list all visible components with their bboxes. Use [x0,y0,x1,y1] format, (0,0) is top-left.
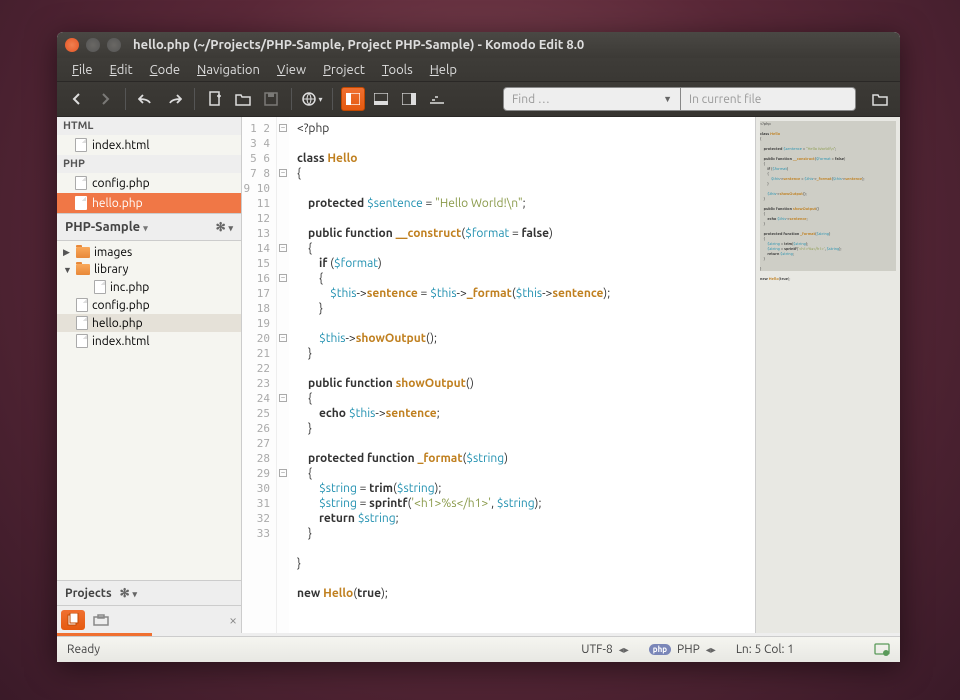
status-position[interactable]: Ln: 5 Col: 1 [736,643,794,656]
menu-tools[interactable]: Tools [375,61,420,79]
projects-settings-icon[interactable]: ✻ ▾ [120,586,137,600]
find-scope-input[interactable]: In current file [681,87,856,111]
menubar: File Edit Code Navigation View Project T… [57,58,900,82]
file-icon [75,138,87,152]
statusbar: Ready UTF-8◂▸ phpPHP◂▸ Ln: 5 Col: 1 [57,636,900,662]
status-ready: Ready [67,643,100,656]
toolbox-tab[interactable] [89,610,113,630]
tree-file[interactable]: config.php [57,296,241,314]
code-area[interactable]: <?php class Hello{ protected $sentence =… [289,117,755,633]
sidebar-close-button[interactable]: × [229,612,237,628]
folder-icon [76,247,90,258]
fold-column[interactable]: −−−−−−− [277,117,289,633]
menu-view[interactable]: View [270,61,313,79]
project-header[interactable]: PHP-Sample ▾ ✻ ▾ [57,214,241,241]
status-language[interactable]: phpPHP◂▸ [649,643,716,656]
project-settings-icon[interactable]: ✻ ▾ [216,220,233,234]
menu-code[interactable]: Code [143,61,187,79]
file-icon [76,334,88,348]
menu-navigation[interactable]: Navigation [190,61,267,79]
focus-mode-button[interactable] [425,87,449,111]
project-tree: ▶images▼libraryinc.phpconfig.phphello.ph… [57,241,241,580]
places-tab[interactable] [61,610,85,630]
open-file-item[interactable]: index.html [57,135,241,155]
app-window: hello.php (~/Projects/PHP-Sample, Projec… [57,32,900,662]
folder-icon [76,264,90,275]
menu-help[interactable]: Help [423,61,464,79]
browser-preview-button[interactable]: ▾ [300,87,324,111]
toolbar: ▾ Find …▼ In current file [57,82,900,117]
forward-button[interactable] [93,87,117,111]
status-encoding[interactable]: UTF-8◂▸ [581,643,629,656]
projects-header[interactable]: Projects ✻ ▾ [57,580,241,605]
bottom-pane-toggle[interactable] [369,87,393,111]
window-title: hello.php (~/Projects/PHP-Sample, Projec… [133,38,584,52]
find-input[interactable]: Find …▼ [503,87,681,111]
line-gutter: 1 2 3 4 5 6 7 8 9 10 11 12 13 14 15 16 1… [242,117,277,633]
file-icon [75,176,87,190]
window-minimize-button[interactable] [86,38,100,52]
left-pane-toggle[interactable] [341,87,365,111]
sidebar-tabs: × [57,605,241,633]
tree-folder[interactable]: ▶images [57,244,241,261]
menu-edit[interactable]: Edit [103,61,140,79]
right-pane-toggle[interactable] [397,87,421,111]
tree-file[interactable]: index.html [57,332,241,350]
open-find-folder-button[interactable] [868,87,892,111]
sidebar: HTMLindex.htmlPHPconfig.phphello.php PHP… [57,117,242,633]
sync-icon[interactable] [874,643,890,657]
open-file-button[interactable] [231,87,255,111]
open-file-item[interactable]: hello.php [57,193,241,213]
file-icon [76,298,88,312]
open-files-panel: HTMLindex.htmlPHPconfig.phphello.php [57,117,241,214]
menu-file[interactable]: File [65,61,100,79]
open-file-item[interactable]: config.php [57,173,241,193]
tree-file[interactable]: hello.php [57,314,241,332]
file-icon [94,280,106,294]
menu-project[interactable]: Project [316,61,372,79]
undo-button[interactable] [134,87,158,111]
save-button[interactable] [259,87,283,111]
editor[interactable]: 1 2 3 4 5 6 7 8 9 10 11 12 13 14 15 16 1… [242,117,900,633]
minimap[interactable]: <?php class Hello{ protected $sentence =… [755,117,900,633]
tree-file[interactable]: inc.php [57,278,241,296]
open-files-group: PHP [57,155,241,173]
back-button[interactable] [65,87,89,111]
tree-folder[interactable]: ▼library [57,261,241,278]
titlebar[interactable]: hello.php (~/Projects/PHP-Sample, Projec… [57,32,900,58]
new-file-button[interactable] [203,87,227,111]
window-maximize-button[interactable] [107,38,121,52]
redo-button[interactable] [162,87,186,111]
main-area: HTMLindex.htmlPHPconfig.phphello.php PHP… [57,117,900,633]
window-close-button[interactable] [65,38,79,52]
file-icon [75,196,87,210]
open-files-group: HTML [57,117,241,135]
file-icon [76,316,88,330]
